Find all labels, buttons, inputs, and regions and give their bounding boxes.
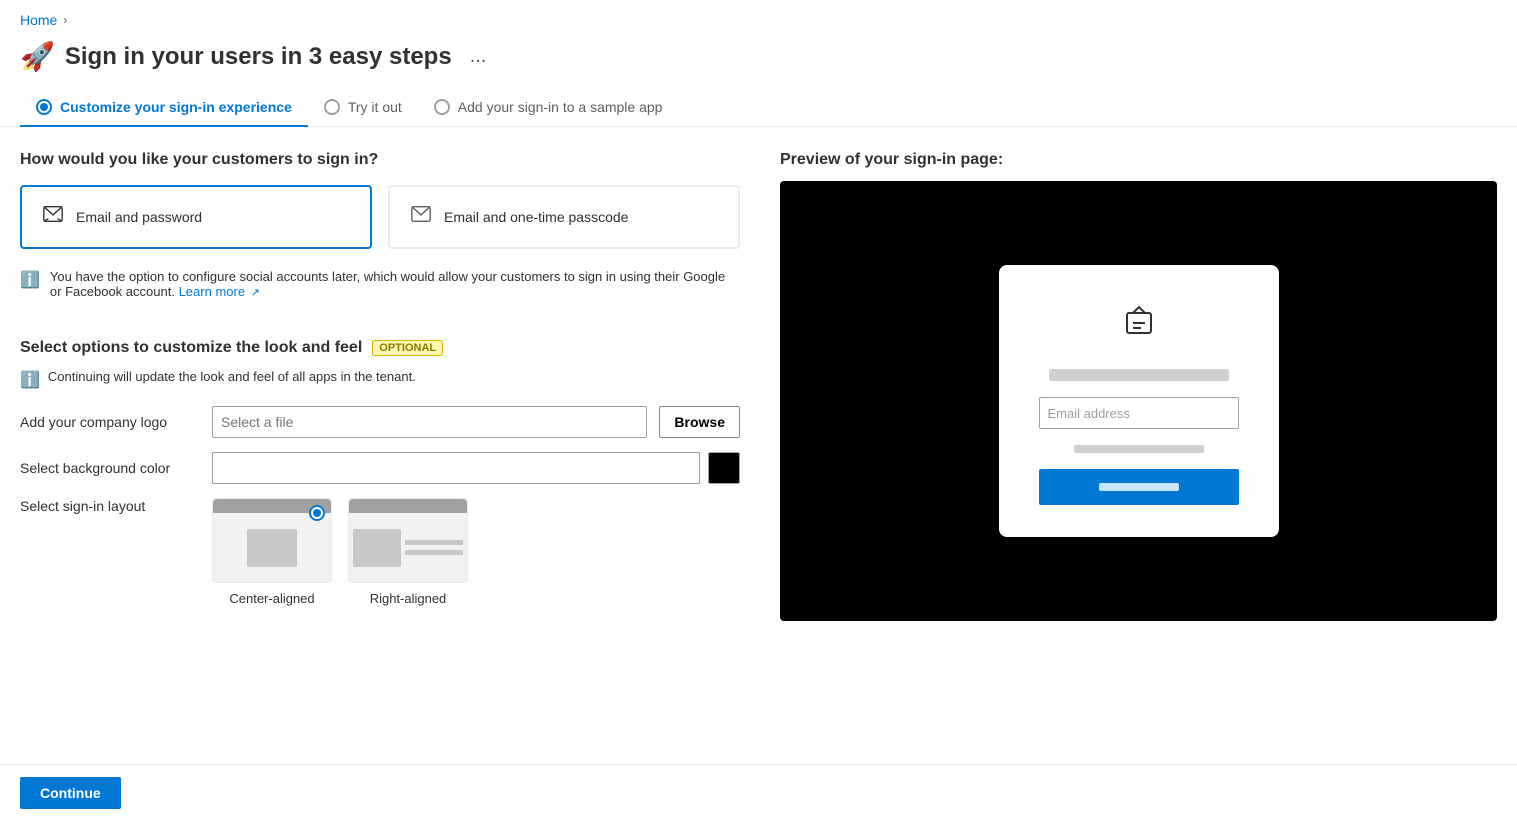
layout-right-label: Right-aligned — [370, 591, 447, 606]
layout-lines-right — [405, 529, 463, 567]
preview-title-bar — [1049, 369, 1229, 381]
learn-more-link[interactable]: Learn more ↗ — [179, 284, 260, 299]
layout-option-center[interactable]: Center-aligned — [212, 498, 332, 606]
page-title: Sign in your users in 3 easy steps — [65, 43, 452, 71]
layout-row: Select sign-in layout Center-aligned — [20, 498, 740, 606]
color-input[interactable]: #000000 — [212, 452, 700, 484]
layout-form-box-right — [353, 529, 401, 567]
preview-container: Email address — [780, 181, 1497, 621]
tab-customize-radio — [36, 99, 52, 115]
footer: Continue — [0, 764, 1517, 821]
tab-sample-label: Add your sign-in to a sample app — [458, 99, 663, 115]
preview-logo-icon — [1119, 301, 1159, 349]
tab-sample[interactable]: Add your sign-in to a sample app — [418, 89, 679, 127]
color-row: Select background color #000000 — [20, 452, 740, 484]
email-password-icon — [42, 203, 64, 231]
layout-form-box — [247, 529, 297, 567]
social-info-text: You have the option to configure social … — [50, 269, 740, 299]
tenant-info-box: ℹ️ Continuing will update the look and f… — [20, 365, 740, 406]
preview-card: Email address — [999, 265, 1279, 537]
tab-sample-radio — [434, 99, 450, 115]
continue-button[interactable]: Continue — [20, 777, 121, 809]
info-icon: ℹ️ — [20, 270, 40, 299]
page-header: 🚀 Sign in your users in 3 easy steps ... — [0, 32, 1517, 89]
social-info-box: ℹ️ You have the option to configure soci… — [20, 265, 740, 315]
customize-section-header: Select options to customize the look and… — [20, 339, 740, 357]
preview-subtitle-bar — [1074, 445, 1204, 453]
tab-try[interactable]: Try it out — [308, 89, 418, 127]
tab-try-radio — [324, 99, 340, 115]
preview-email-input: Email address — [1039, 397, 1239, 429]
layout-label: Select sign-in layout — [20, 498, 200, 514]
layout-card-topbar-right — [349, 499, 467, 513]
breadcrumb: Home › — [0, 0, 1517, 32]
email-password-label: Email and password — [76, 209, 202, 225]
tab-customize[interactable]: Customize your sign-in experience — [20, 89, 308, 127]
logo-row: Add your company logo Browse — [20, 406, 740, 438]
customize-section-title: Select options to customize the look and… — [20, 339, 362, 357]
preview-label: Preview of your sign-in page: — [780, 151, 1497, 169]
right-panel: Preview of your sign-in page: Email addr… — [780, 151, 1497, 621]
email-otp-icon — [410, 203, 432, 231]
color-input-wrap: #000000 — [212, 452, 740, 484]
layout-option-right[interactable]: Right-aligned — [348, 498, 468, 606]
main-content: How would you like your customers to sig… — [0, 151, 1517, 621]
layout-card-center[interactable] — [212, 498, 332, 583]
layout-options: Center-aligned — [212, 498, 468, 606]
sign-in-option-email-otp[interactable]: Email and one-time passcode — [388, 185, 740, 249]
rocket-icon: 🚀 — [20, 40, 55, 73]
external-link-icon: ↗ — [251, 287, 260, 299]
layout-line-1 — [405, 540, 463, 545]
layout-radio-center — [309, 505, 325, 521]
color-swatch[interactable] — [708, 452, 740, 484]
email-otp-label: Email and one-time passcode — [444, 209, 628, 225]
tenant-info-icon: ℹ️ — [20, 370, 40, 390]
preview-signin-button — [1039, 469, 1239, 505]
browse-button[interactable]: Browse — [659, 406, 740, 438]
tab-bar: Customize your sign-in experience Try it… — [0, 89, 1517, 127]
left-panel: How would you like your customers to sig… — [20, 151, 740, 621]
layout-card-right[interactable] — [348, 498, 468, 583]
logo-label: Add your company logo — [20, 414, 200, 430]
sign-in-option-email-password[interactable]: Email and password — [20, 185, 372, 249]
tab-try-label: Try it out — [348, 99, 402, 115]
more-menu-button[interactable]: ... — [470, 45, 487, 68]
optional-badge: OPTIONAL — [372, 340, 443, 356]
tenant-info-text: Continuing will update the look and feel… — [48, 369, 416, 390]
tab-customize-label: Customize your sign-in experience — [60, 99, 292, 115]
sign-in-options: Email and password Email and one-time pa… — [20, 185, 740, 249]
color-label: Select background color — [20, 460, 200, 476]
layout-card-body-center — [213, 525, 331, 571]
layout-card-body-right — [349, 525, 467, 571]
breadcrumb-separator: › — [63, 13, 67, 27]
sign-in-section-title: How would you like your customers to sig… — [20, 151, 740, 169]
logo-file-input[interactable] — [212, 406, 647, 438]
preview-btn-inner — [1099, 483, 1179, 491]
layout-center-label: Center-aligned — [229, 591, 314, 606]
customize-section: Select options to customize the look and… — [20, 339, 740, 606]
layout-line-2 — [405, 550, 463, 555]
home-link[interactable]: Home — [20, 12, 57, 28]
